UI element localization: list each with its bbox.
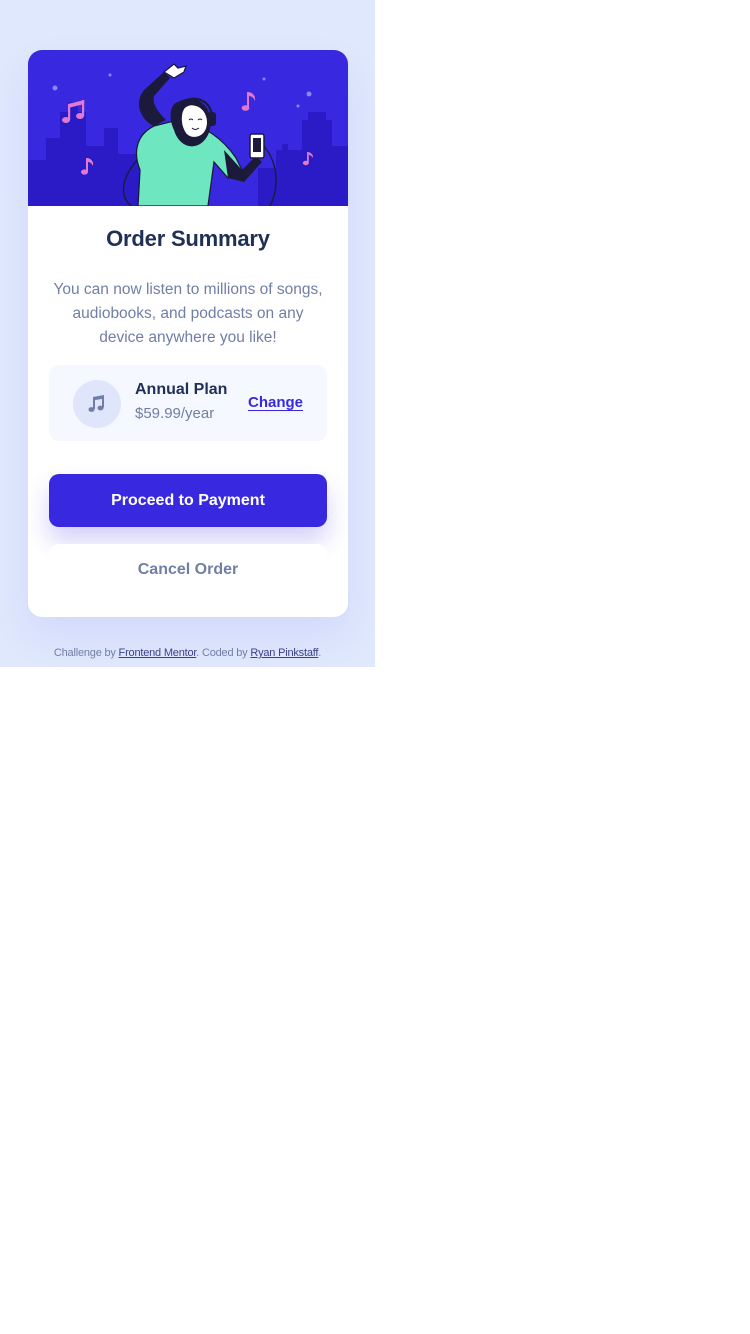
- hero-svg: [28, 63, 348, 206]
- order-summary-card: Order Summary You can now listen to mill…: [28, 50, 348, 617]
- plan-summary-box: Annual Plan $59.99/year Change: [49, 365, 327, 441]
- plan-name: Annual Plan: [135, 381, 228, 398]
- page-background: Order Summary You can now listen to mill…: [0, 0, 375, 667]
- frontend-mentor-link[interactable]: Frontend Mentor: [119, 647, 197, 659]
- attribution-suffix: .: [318, 647, 322, 659]
- music-note-icon-svg: [88, 395, 104, 412]
- proceed-to-payment-button[interactable]: Proceed to Payment: [49, 474, 327, 527]
- attribution-footer: Challenge by Frontend Mentor. Coded by R…: [0, 647, 375, 659]
- author-link[interactable]: Ryan Pinkstaff: [250, 647, 318, 659]
- plan-price: $59.99/year: [135, 405, 215, 422]
- listening-person-figure: [122, 63, 277, 206]
- change-plan-link[interactable]: Change: [248, 394, 303, 411]
- hero-illustration: [28, 50, 348, 206]
- music-note-icon: [73, 380, 121, 428]
- card-description: You can now listen to millions of songs,…: [53, 281, 323, 346]
- attribution-challenge-prefix: Challenge by: [53, 647, 119, 659]
- card-title: Order Summary: [106, 226, 270, 251]
- cancel-order-button[interactable]: Cancel Order: [49, 544, 327, 596]
- attribution-coded-prefix: . Coded by: [196, 647, 251, 659]
